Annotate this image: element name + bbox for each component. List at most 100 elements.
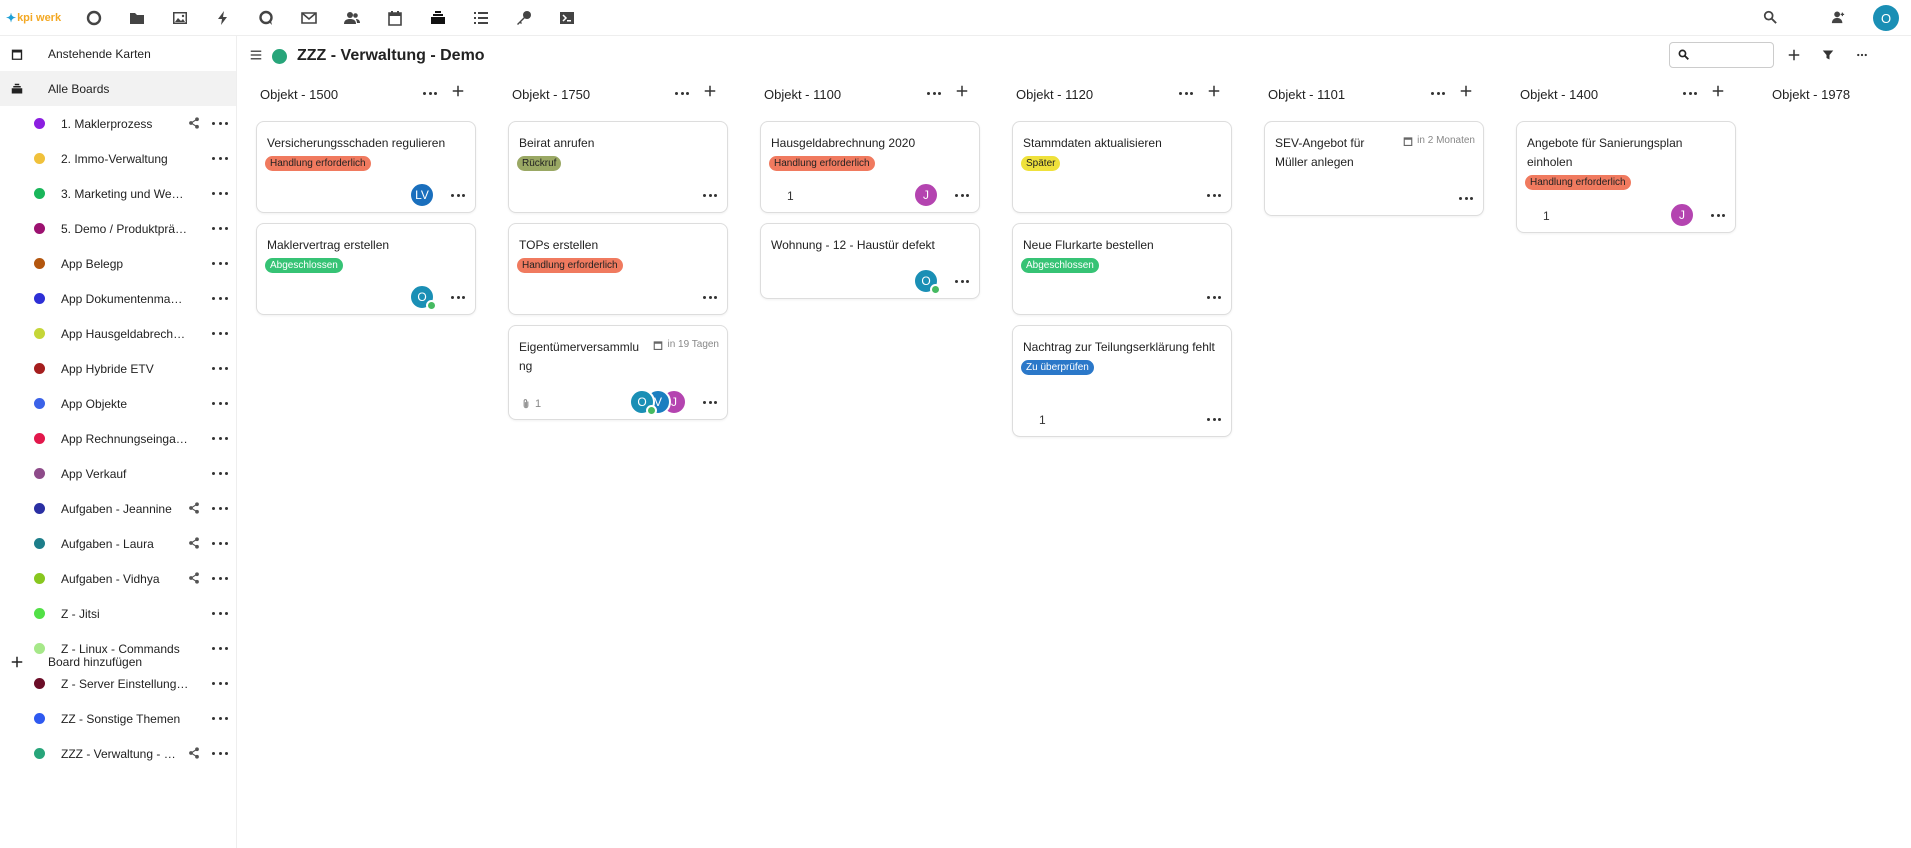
card-more-button[interactable] — [1711, 214, 1725, 218]
card[interactable]: Neue Flurkarte bestellen Abgeschlossen — [1012, 223, 1232, 315]
board-more-button[interactable] — [212, 676, 228, 690]
card[interactable]: Angebote für Sanierungsplan einholen Hand… — [1516, 121, 1736, 233]
card-more-button[interactable] — [451, 194, 465, 198]
board-more-button[interactable] — [212, 431, 228, 445]
mail-icon[interactable] — [287, 0, 330, 36]
terminal-icon[interactable] — [545, 0, 588, 36]
board-more-button[interactable] — [1854, 47, 1870, 63]
menu-icon[interactable] — [250, 49, 264, 64]
card[interactable]: Beirat anrufen Rückruf — [508, 121, 728, 213]
stack-title[interactable]: Objekt - 1978 — [1772, 87, 1850, 102]
card[interactable]: SEV-Angebot für Müller anlegen in 2 Monat… — [1264, 121, 1484, 216]
sidebar-board-item[interactable]: App Verkauf — [0, 456, 236, 491]
sidebar-board-item[interactable]: App Hybride ETV — [0, 351, 236, 386]
assignee-avatar[interactable]: LV — [409, 182, 435, 208]
calendar-icon[interactable] — [373, 0, 416, 36]
assignee-avatar[interactable]: O — [913, 268, 941, 295]
stack-title[interactable]: Objekt - 1101 — [1268, 87, 1345, 102]
contacts-menu-icon[interactable] — [1831, 10, 1847, 26]
stack-more-button[interactable] — [1179, 92, 1193, 96]
card-more-button[interactable] — [1207, 194, 1221, 198]
sidebar-board-item[interactable]: 2. Immo-Verwaltung — [0, 141, 236, 176]
talk-icon[interactable] — [244, 0, 287, 36]
sidebar-board-item[interactable]: Z - Jitsi — [0, 596, 236, 631]
card[interactable]: Versicherungsschaden regulieren Handlung … — [256, 121, 476, 213]
sidebar-board-item[interactable]: 3. Marketing und Web… — [0, 176, 236, 211]
assignee-avatar[interactable]: J — [913, 182, 939, 208]
sidebar-item-upcoming[interactable]: Anstehende Karten — [0, 36, 236, 71]
add-card-button[interactable] — [704, 85, 718, 99]
board-more-button[interactable] — [212, 606, 228, 620]
board-more-button[interactable] — [212, 326, 228, 340]
sidebar-board-item[interactable]: Aufgaben - Jeannine — [0, 491, 236, 526]
card[interactable]: Nachtrag zur Teilungserklärung fehlt Zu ü… — [1012, 325, 1232, 437]
stack-title[interactable]: Objekt - 1120 — [1016, 87, 1093, 102]
board-more-button[interactable] — [212, 571, 228, 585]
assignee-avatar[interactable]: O — [629, 389, 657, 416]
board-more-button[interactable] — [212, 396, 228, 410]
stack-title[interactable]: Objekt - 1400 — [1520, 87, 1598, 102]
sidebar-board-item[interactable]: Aufgaben - Laura — [0, 526, 236, 561]
stack-more-button[interactable] — [1683, 92, 1697, 96]
sidebar-board-item[interactable]: Aufgaben - Vidhya — [0, 561, 236, 596]
card-more-button[interactable] — [703, 194, 717, 198]
assignee-avatar[interactable]: O — [409, 284, 437, 311]
card-more-button[interactable] — [955, 194, 969, 198]
sidebar-board-item[interactable]: App Hausgeldabrechn… — [0, 316, 236, 351]
board-more-button[interactable] — [212, 186, 228, 200]
sidebar-board-item[interactable]: App Rechnungseingang — [0, 421, 236, 456]
card-more-button[interactable] — [1207, 418, 1221, 422]
photos-icon[interactable] — [158, 0, 201, 36]
board-more-button[interactable] — [212, 746, 228, 760]
card[interactable]: TOPs erstellen Handlung erforderlich — [508, 223, 728, 315]
add-board-button[interactable]: Board hinzufügen — [0, 645, 142, 679]
contacts-icon[interactable] — [330, 0, 373, 36]
stack-title[interactable]: Objekt - 1100 — [764, 87, 841, 102]
stack-more-button[interactable] — [927, 92, 941, 96]
add-card-button[interactable] — [1208, 85, 1222, 99]
card-more-button[interactable] — [1207, 296, 1221, 300]
board-more-button[interactable] — [212, 291, 228, 305]
activity-icon[interactable] — [201, 0, 244, 36]
stack-title[interactable]: Objekt - 1500 — [260, 87, 338, 102]
sidebar-item-all-boards[interactable]: Alle Boards — [0, 71, 236, 106]
board-more-button[interactable] — [212, 116, 228, 130]
board-more-button[interactable] — [212, 536, 228, 550]
card[interactable]: Wohnung - 12 - Haustür defekt O — [760, 223, 980, 299]
card-more-button[interactable] — [955, 280, 969, 284]
board-search-input[interactable] — [1669, 42, 1774, 68]
card[interactable]: Hausgeldabrechnung 2020 Handlung erforder… — [760, 121, 980, 213]
board-more-button[interactable] — [212, 256, 228, 270]
user-avatar[interactable]: O — [1873, 5, 1899, 31]
files-icon[interactable] — [115, 0, 158, 36]
sidebar-board-item[interactable]: ZZZ - Verwaltung - … — [0, 736, 236, 771]
card-more-button[interactable] — [1459, 197, 1473, 201]
card-more-button[interactable] — [451, 296, 465, 300]
filter-icon[interactable] — [1820, 47, 1836, 63]
assignee-avatar[interactable]: J — [1669, 202, 1695, 228]
card[interactable]: Eigentümerversammlu ng in 19 Tagen 1 O V J — [508, 325, 728, 420]
board-more-button[interactable] — [212, 641, 228, 655]
sidebar-board-item[interactable]: 5. Demo / Produktprä… — [0, 211, 236, 246]
add-card-button[interactable] — [1712, 85, 1726, 99]
board-more-button[interactable] — [212, 466, 228, 480]
stack-more-button[interactable] — [1431, 92, 1445, 96]
app-logo[interactable]: ✦ kpi werk — [6, 11, 72, 25]
board-more-button[interactable] — [212, 361, 228, 375]
card[interactable]: Stammdaten aktualisieren Später — [1012, 121, 1232, 213]
board-more-button[interactable] — [212, 221, 228, 235]
sidebar-board-item[interactable]: App Belegp — [0, 246, 236, 281]
stack-more-button[interactable] — [675, 92, 689, 96]
passwords-icon[interactable] — [502, 0, 545, 36]
card-more-button[interactable] — [703, 296, 717, 300]
board-more-button[interactable] — [212, 711, 228, 725]
sidebar-board-item[interactable]: 1. Maklerprozess — [0, 106, 236, 141]
stack-more-button[interactable] — [423, 92, 437, 96]
add-card-button[interactable] — [956, 85, 970, 99]
board-more-button[interactable] — [212, 501, 228, 515]
add-stack-button[interactable] — [1786, 47, 1802, 63]
sidebar-board-item[interactable]: App Objekte — [0, 386, 236, 421]
sidebar-board-item[interactable]: ZZ - Sonstige Themen — [0, 701, 236, 736]
search-icon[interactable] — [1763, 10, 1779, 26]
tasks-icon[interactable] — [459, 0, 502, 36]
